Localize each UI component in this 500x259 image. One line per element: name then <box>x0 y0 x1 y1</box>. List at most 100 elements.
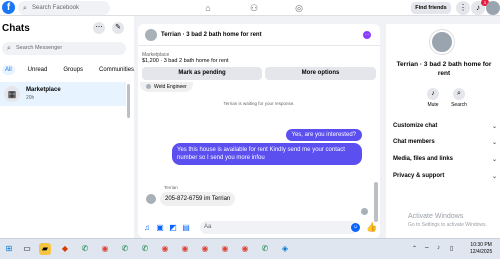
search-messenger-placeholder: Search Messenger <box>16 45 63 51</box>
clock-date: 12/4/2025 <box>470 249 493 255</box>
sidebar-scrollbar[interactable] <box>127 84 130 118</box>
incoming-message: Weld Engineer <box>140 82 193 92</box>
chats-title: Chats <box>2 23 30 34</box>
message-thread: Weld Engineer Terrian is waiting for you… <box>138 82 380 222</box>
friends-icon[interactable]: ⚇ <box>248 2 260 14</box>
chrome-icon[interactable]: ◉ <box>199 243 211 255</box>
conversation-info-icon[interactable]: ⋯ <box>363 31 371 39</box>
windows-taskbar: ⊞ ▭ ▰ ◆ ✆ ◉ ✆ ✆ ◉ ◉ ◉ ◉ ◉ ✆ ◈ ⌃ ⌔ ♪ ▯ 10… <box>0 238 500 259</box>
search-facebook-input[interactable]: ⌕ Search Facebook <box>18 1 110 15</box>
chat-item-name: Marketplace <box>26 87 61 93</box>
app-icon[interactable]: ◈ <box>279 243 291 255</box>
filter-unread[interactable]: Unread <box>25 65 51 75</box>
microphone-icon[interactable]: ♫ <box>142 223 152 232</box>
activate-windows-subtext: Go to Settings to activate Windows. <box>408 222 487 228</box>
volume-icon[interactable]: ♪ <box>437 245 440 251</box>
search-conversation-button[interactable]: ⌕ Search <box>444 88 474 108</box>
listing-avatar[interactable] <box>144 28 158 42</box>
chat-list-item[interactable]: ▦ Marketplace 20h <box>0 82 126 106</box>
menu-grid-icon[interactable]: ⋮ <box>456 1 470 15</box>
windows-start-icon[interactable]: ⊞ <box>3 243 15 255</box>
network-icon[interactable]: ⌔ <box>424 245 430 253</box>
sender-name: Terrian <box>164 185 178 190</box>
sender-avatar <box>146 84 151 90</box>
facebook-logo-icon[interactable]: f <box>2 1 15 14</box>
filter-groups[interactable]: Groups <box>60 65 86 75</box>
chats-sidebar: Chats ⋯ ✎ ⌕ Search Messenger All Unread … <box>0 16 134 238</box>
bell-icon: ♪ <box>427 88 439 100</box>
row-label: Media, files and links <box>393 156 454 162</box>
chevron-down-icon: ⌄ <box>491 174 497 180</box>
outgoing-message: Yes this house is available for rent Kin… <box>172 143 362 165</box>
message-input[interactable]: Aa <box>200 221 358 234</box>
filter-all[interactable]: All <box>2 65 15 75</box>
search-label: Search <box>451 102 467 108</box>
filter-communities[interactable]: Communities <box>96 65 137 75</box>
media-files-links-row[interactable]: Media, files and links ⌄ <box>393 156 499 163</box>
chrome-icon[interactable]: ◉ <box>239 243 251 255</box>
search-messenger-input[interactable]: ⌕ Search Messenger <box>2 42 126 55</box>
search-icon: ⌕ <box>453 88 465 100</box>
customize-chat-row[interactable]: Customize chat ⌄ <box>393 123 499 130</box>
chrome-icon[interactable]: ◉ <box>179 243 191 255</box>
row-label: Privacy & support <box>393 173 445 179</box>
find-friends-button[interactable]: Find friends <box>411 2 451 14</box>
file-explorer-icon[interactable]: ▰ <box>39 243 51 255</box>
conversation-title[interactable]: Terrian · 3 bad 2 bath home for rent <box>161 32 262 38</box>
chevron-up-icon[interactable]: ⌃ <box>412 245 417 252</box>
chrome-icon[interactable]: ◉ <box>159 243 171 255</box>
listing-summary[interactable]: $1,200 · 3 bad 2 bath home for rent <box>142 58 229 64</box>
profile-avatar[interactable] <box>486 1 500 15</box>
gif-icon[interactable]: ▤ <box>181 223 191 232</box>
groups-icon[interactable]: ◎ <box>293 2 305 14</box>
message-text: Weld Engineer <box>154 84 187 90</box>
clock-time: 10:30 PM <box>470 242 492 248</box>
whatsapp-icon[interactable]: ✆ <box>119 243 131 255</box>
like-thumb-icon[interactable]: 👍 <box>366 222 377 233</box>
row-label: Chat members <box>393 139 435 145</box>
chevron-down-icon: ⌄ <box>491 157 497 163</box>
chrome-icon[interactable]: ◉ <box>219 243 231 255</box>
whatsapp-icon[interactable]: ✆ <box>79 243 91 255</box>
privacy-support-row[interactable]: Privacy & support ⌄ <box>393 173 499 180</box>
mark-as-pending-button[interactable]: Mark as pending <box>142 67 262 80</box>
search-icon: ⌕ <box>23 5 27 12</box>
conversation-header: Terrian · 3 bad 2 bath home for rent ⋯ <box>138 24 380 46</box>
message-composer: ♫ ▣ ◩ ▤ Aa ☺ 👍 <box>138 218 380 238</box>
sender-avatar <box>146 194 156 204</box>
app-icon[interactable]: ◆ <box>59 243 71 255</box>
activate-windows-watermark: Activate Windows <box>408 213 464 220</box>
chevron-down-icon: ⌄ <box>491 140 497 146</box>
listing-image <box>430 30 454 54</box>
image-icon[interactable]: ▣ <box>155 223 165 232</box>
seen-avatar <box>361 208 368 215</box>
whatsapp-icon[interactable]: ✆ <box>139 243 151 255</box>
marketplace-store-icon: ▦ <box>4 86 20 102</box>
chat-item-time: 20h <box>26 95 35 101</box>
battery-icon[interactable]: ▯ <box>450 245 453 252</box>
system-clock[interactable]: 10:30 PM 12/4/2025 <box>470 242 492 256</box>
search-icon: ⌕ <box>7 45 11 52</box>
chrome-icon[interactable]: ◉ <box>99 243 111 255</box>
top-bar: f ⌕ Search Facebook ⌂ ⚇ ◎ Find friends ⋮… <box>0 0 500 16</box>
row-label: Customize chat <box>393 123 438 129</box>
more-options-button[interactable]: More options <box>265 67 376 80</box>
emoji-icon[interactable]: ☺ <box>351 223 360 232</box>
whatsapp-icon[interactable]: ✆ <box>259 243 271 255</box>
waiting-notice: Terrian is waiting for your response. <box>223 101 295 106</box>
incoming-message: 205-872-6759 im Terrian <box>160 192 236 206</box>
outgoing-message: Yes, are you interested? <box>285 129 362 141</box>
sticker-icon[interactable]: ◩ <box>168 223 178 232</box>
chat-filters: All Unread Groups Communities <box>2 65 137 75</box>
thread-scrollbar[interactable] <box>374 182 378 222</box>
search-placeholder: Search Facebook <box>32 5 80 11</box>
conversation-details-panel: Terrian · 3 bad 2 bath home for rent ♪ M… <box>386 24 500 238</box>
options-icon[interactable]: ⋯ <box>93 22 105 34</box>
task-view-icon[interactable]: ▭ <box>21 243 33 255</box>
chevron-down-icon: ⌄ <box>491 124 497 130</box>
details-title: Terrian · 3 bad 2 bath home for rent <box>396 61 492 77</box>
chat-members-row[interactable]: Chat members ⌄ <box>393 139 499 146</box>
new-message-icon[interactable]: ✎ <box>112 22 124 34</box>
conversation-panel: Terrian · 3 bad 2 bath home for rent ⋯ M… <box>138 24 380 238</box>
home-icon[interactable]: ⌂ <box>202 2 214 14</box>
